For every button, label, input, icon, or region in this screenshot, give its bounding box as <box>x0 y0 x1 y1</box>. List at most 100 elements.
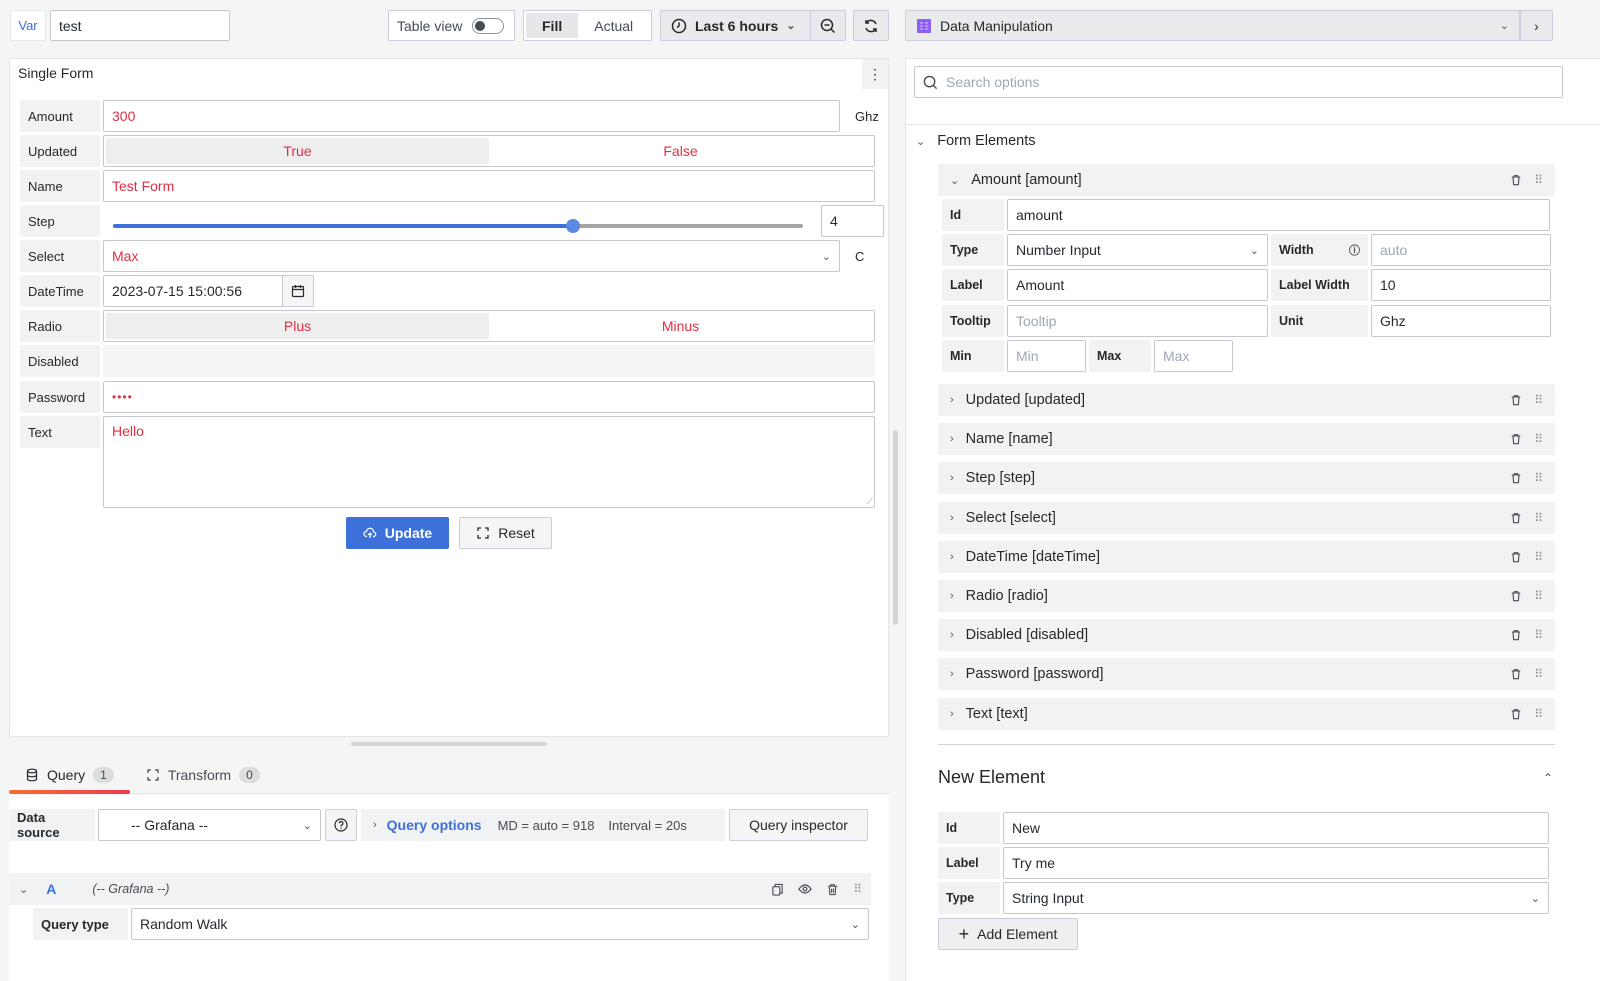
zoom-out-button[interactable] <box>810 10 846 41</box>
refresh-button[interactable] <box>853 10 889 41</box>
reset-button[interactable]: Reset <box>459 517 552 549</box>
duplicate-icon[interactable] <box>771 883 784 896</box>
slider-thumb[interactable] <box>566 219 581 233</box>
toggle-switch[interactable] <box>472 17 505 34</box>
type-select[interactable]: Number Input ⌄ <box>1007 234 1268 266</box>
search-options-input[interactable]: Search options <box>914 66 1563 98</box>
chevron-right-icon: › <box>950 394 954 406</box>
element-header[interactable]: › Updated [updated] ⠿ <box>938 384 1555 416</box>
password-input[interactable]: •••• <box>103 381 875 413</box>
query-type-select[interactable]: Random Walk ⌄ <box>131 908 869 940</box>
info-icon[interactable]: ⓘ <box>1349 242 1360 258</box>
trash-icon[interactable] <box>1510 472 1522 484</box>
element-header[interactable]: › Radio [radio] ⠿ <box>938 580 1555 612</box>
updated-option-false[interactable]: False <box>489 138 872 164</box>
trash-icon[interactable] <box>1510 708 1522 720</box>
add-element-label: Add Element <box>977 926 1058 942</box>
time-range-picker[interactable]: Last 6 hours ⌄ <box>660 10 810 41</box>
element-header[interactable]: › Step [step] ⠿ <box>938 462 1555 495</box>
radio-option-minus[interactable]: Minus <box>489 313 872 339</box>
variable-input[interactable]: test <box>50 10 230 41</box>
field-label: Amount <box>20 100 100 132</box>
select-dropdown[interactable]: Max ⌄ <box>103 240 840 272</box>
select-value: Max <box>112 248 139 264</box>
panel-menu-button[interactable]: ⋮ <box>862 59 888 89</box>
name-input[interactable]: Test Form <box>103 170 875 202</box>
fill-option[interactable]: Fill <box>526 13 579 38</box>
amount-input[interactable]: 300 <box>103 100 840 132</box>
element-header[interactable]: › DateTime [dateTime] ⠿ <box>938 540 1555 573</box>
add-element-button[interactable]: + Add Element <box>938 918 1078 950</box>
trash-icon[interactable] <box>1510 174 1522 186</box>
drag-handle-icon[interactable]: ⠿ <box>1534 393 1543 407</box>
step-slider[interactable] <box>113 219 803 233</box>
chevron-right-icon: › <box>373 819 377 831</box>
option-label: Tooltip <box>942 305 1004 337</box>
drag-handle-icon[interactable]: ⠿ <box>1534 511 1543 525</box>
new-type-select[interactable]: String Input ⌄ <box>1003 882 1549 914</box>
drag-handle-icon[interactable]: ⠿ <box>1534 432 1543 446</box>
pane-splitter[interactable] <box>351 742 547 746</box>
trash-icon[interactable] <box>1510 590 1522 602</box>
table-view-toggle[interactable]: Table view <box>388 10 515 41</box>
query-options-bar[interactable]: › Query options MD = auto = 918 Interval… <box>361 809 725 841</box>
chevron-up-icon[interactable]: ⌃ <box>1543 771 1553 785</box>
drag-handle-icon[interactable]: ⠿ <box>1534 550 1543 564</box>
max-input[interactable]: Max <box>1154 340 1233 372</box>
radio-option-plus[interactable]: Plus <box>106 313 489 339</box>
drag-handle-icon[interactable]: ⠿ <box>1534 173 1543 187</box>
query-options-label[interactable]: Query options <box>387 817 482 833</box>
label-width-input[interactable]: 10 <box>1371 269 1551 301</box>
trash-icon[interactable] <box>1510 512 1522 524</box>
step-value-input[interactable]: 4 <box>821 205 884 237</box>
resize-handle-icon[interactable]: ⟋ <box>867 496 873 507</box>
drag-handle-icon[interactable]: ⠿ <box>1534 589 1543 603</box>
drag-handle-icon[interactable]: ⠿ <box>1534 628 1543 642</box>
eye-icon[interactable] <box>798 882 812 896</box>
tab-query[interactable]: Query 1 <box>9 758 130 794</box>
vertical-scrollbar[interactable] <box>893 430 898 625</box>
data-source-picker[interactable]: -- Grafana -- ⌄ <box>98 809 321 841</box>
query-ref-id[interactable]: A <box>46 881 56 897</box>
element-header[interactable]: › Name [name] ⠿ <box>938 423 1555 456</box>
trash-icon[interactable] <box>1510 551 1522 563</box>
text-textarea[interactable]: Hello ⟋ <box>103 416 875 508</box>
drag-handle-icon[interactable]: ⠿ <box>1534 667 1543 681</box>
element-header[interactable]: › Select [select] ⠿ <box>938 501 1555 534</box>
actual-option[interactable]: Actual <box>578 13 649 38</box>
drag-handle-icon[interactable]: ⠿ <box>1534 707 1543 721</box>
update-button[interactable]: Update <box>346 517 449 549</box>
trash-icon[interactable] <box>1510 668 1522 680</box>
trash-icon[interactable] <box>826 883 839 896</box>
width-input[interactable]: auto <box>1371 234 1551 266</box>
trash-icon[interactable] <box>1510 629 1522 641</box>
element-header[interactable]: › Disabled [disabled] ⠿ <box>938 619 1555 652</box>
id-input[interactable]: amount <box>1007 199 1550 231</box>
new-id-input[interactable]: New <box>1003 812 1549 844</box>
data-source-help-button[interactable] <box>325 809 357 841</box>
drag-handle-icon[interactable]: ⠿ <box>853 882 862 896</box>
trash-icon[interactable] <box>1510 394 1522 406</box>
query-inspector-button[interactable]: Query inspector <box>729 809 868 841</box>
trash-icon[interactable] <box>1510 433 1522 445</box>
min-input[interactable]: Min <box>1007 340 1086 372</box>
label-input[interactable]: Amount <box>1007 269 1268 301</box>
tab-transform[interactable]: Transform 0 <box>130 758 276 792</box>
element-header[interactable]: › Text [text] ⠿ <box>938 697 1555 730</box>
datetime-input[interactable]: 2023-07-15 15:00:56 <box>103 275 283 307</box>
form-elements-section-header[interactable]: ⌄ Form Elements <box>916 133 1036 149</box>
element-header[interactable]: › Password [password] ⠿ <box>938 658 1555 691</box>
textarea-value: Hello <box>112 423 144 439</box>
chevron-right-icon: › <box>950 590 954 602</box>
visualization-picker[interactable]: Data Manipulation ⌄ <box>905 10 1520 41</box>
calendar-button[interactable] <box>283 275 314 307</box>
collapse-options-button[interactable]: › <box>1520 10 1553 41</box>
updated-option-true[interactable]: True <box>106 138 489 164</box>
element-header-amount[interactable]: ⌄ Amount [amount] ⠿ <box>938 164 1555 196</box>
new-label-input[interactable]: Try me <box>1003 847 1549 879</box>
field-label: Password <box>20 381 100 413</box>
collapse-icon[interactable]: ⌄ <box>19 883 28 896</box>
unit-input[interactable]: Ghz <box>1371 305 1551 337</box>
tooltip-input[interactable]: Tooltip <box>1007 305 1268 337</box>
drag-handle-icon[interactable]: ⠿ <box>1534 471 1543 485</box>
